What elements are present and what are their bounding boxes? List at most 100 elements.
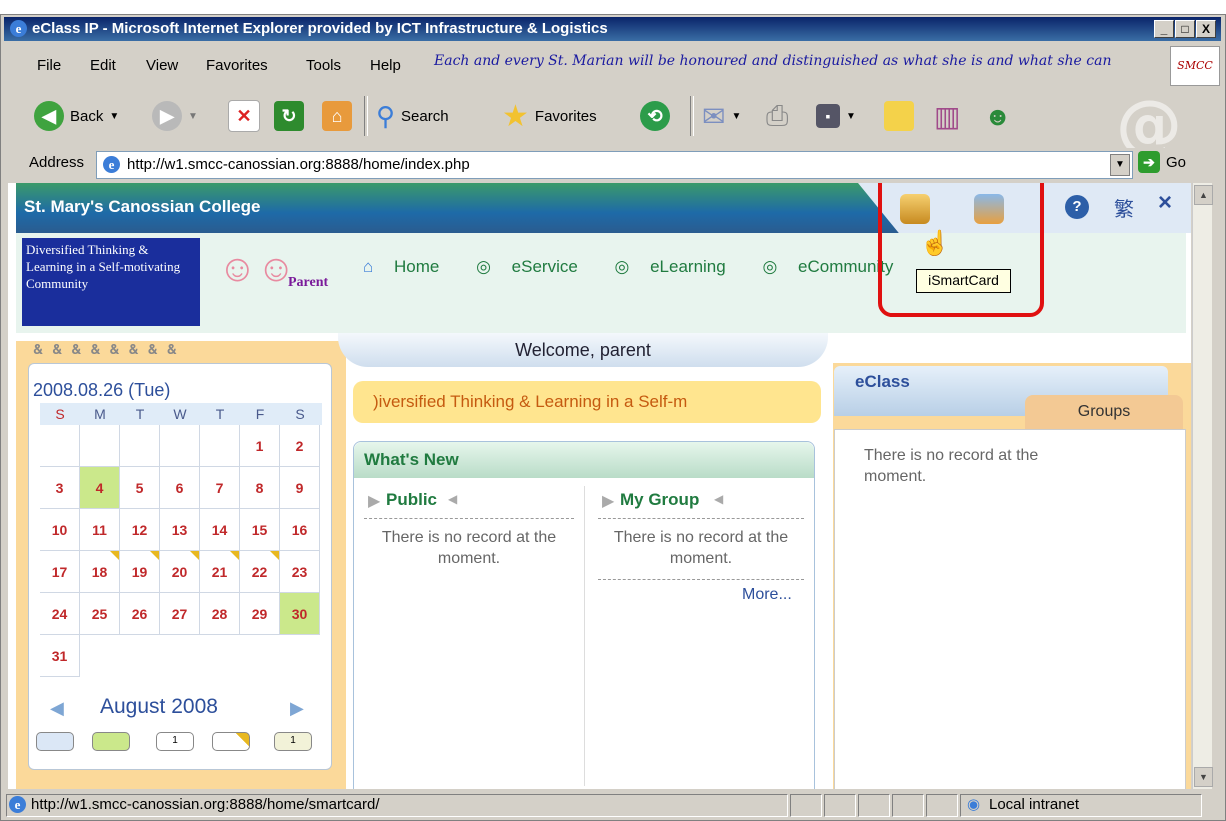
status-bar: e http://w1.smcc-canossian.org:8888/home… [4, 791, 1221, 818]
calendar-day[interactable]: 27 [160, 593, 200, 635]
calendar-day[interactable]: 9 [280, 467, 320, 509]
forward-button[interactable]: ▶ ▼ [152, 98, 198, 134]
stop-button[interactable]: ✕ [228, 98, 260, 134]
title-bar: e eClass IP - Microsoft Internet Explore… [4, 17, 1221, 41]
menu-favorites[interactable]: Favorites [206, 57, 268, 74]
refresh-button[interactable]: ↻ [274, 98, 304, 134]
calendar-day[interactable]: 4 [80, 467, 120, 509]
menu-help[interactable]: Help [370, 57, 401, 74]
calendar-day[interactable]: 6 [160, 467, 200, 509]
weekday-sat: S [295, 406, 305, 422]
help-icon[interactable]: ? [1065, 195, 1089, 219]
calendar-day[interactable]: 16 [280, 509, 320, 551]
calendar-day[interactable]: 10 [40, 509, 80, 551]
arrow-right-icon: ▶ [602, 493, 615, 510]
status-pane [858, 794, 890, 817]
intranet-icon: ◉ [967, 796, 981, 813]
calendar-day[interactable]: 25 [80, 593, 120, 635]
arrow-right-icon: ▶ [368, 493, 381, 510]
calendar-day[interactable]: 2 [280, 425, 320, 467]
forward-arrow-icon: ▶ [152, 101, 182, 131]
mail-button[interactable]: ✉ ▼ [702, 98, 741, 134]
go-button[interactable]: ➔ Go [1138, 151, 1186, 173]
minimize-button[interactable]: _ [1154, 20, 1174, 38]
menu-tools[interactable]: Tools [306, 57, 341, 74]
calendar-day[interactable]: 14 [200, 509, 240, 551]
forward-dropdown-icon: ▼ [188, 110, 198, 122]
calendar-day[interactable]: 1 [240, 425, 280, 467]
bullet-icon: ◎ [614, 257, 635, 276]
calendar-day[interactable]: 13 [160, 509, 200, 551]
vertical-scrollbar[interactable]: ▲ ▼ [1192, 183, 1213, 789]
next-month-icon[interactable]: ▶ [290, 698, 304, 719]
nav-elearning[interactable]: ◎ eLearning [615, 257, 742, 276]
calendar-day-empty [40, 425, 80, 467]
address-input[interactable]: e http://w1.smcc-canossian.org:8888/home… [96, 151, 1133, 179]
bullet-icon: ◎ [476, 257, 496, 276]
menu-file[interactable]: File [37, 57, 61, 74]
legend-group-event: 1 [274, 732, 312, 751]
calendar-day[interactable]: 12 [120, 509, 160, 551]
calendar-day[interactable]: 8 [240, 467, 280, 509]
prev-month-icon[interactable]: ◀ [50, 698, 64, 719]
calendar-day[interactable]: 24 [40, 593, 80, 635]
ie-logo-icon: e [10, 20, 27, 37]
back-button[interactable]: ◀ Back ▼ [34, 98, 119, 134]
column-divider [584, 486, 585, 786]
calendar-day[interactable]: 22 [240, 551, 280, 593]
research-button[interactable]: ▥ [934, 98, 960, 134]
zone-label: Local intranet [989, 796, 1080, 813]
calendar-day[interactable]: 11 [80, 509, 120, 551]
calendar-day[interactable]: 15 [240, 509, 280, 551]
weekday-sun: S [55, 406, 65, 422]
scroll-down-icon[interactable]: ▼ [1194, 767, 1213, 787]
calendar-day[interactable]: 18 [80, 551, 120, 593]
calendar-day[interactable]: 28 [200, 593, 240, 635]
address-dropdown-icon[interactable]: ▼ [1110, 154, 1130, 176]
language-toggle[interactable]: 繁 [1114, 193, 1134, 222]
more-link[interactable]: More... [742, 586, 792, 604]
public-empty-message: There is no record at the moment. [381, 529, 557, 567]
calendar-day[interactable]: 23 [280, 551, 320, 593]
logout-icon[interactable]: × [1158, 189, 1172, 217]
maximize-button[interactable]: □ [1175, 20, 1195, 38]
tab-groups[interactable]: Groups [1025, 395, 1183, 429]
refresh-icon: ↻ [274, 101, 304, 131]
favorites-button[interactable]: ★ Favorites [502, 98, 597, 134]
calendar-day[interactable]: 26 [120, 593, 160, 635]
calendar-day[interactable]: 17 [40, 551, 80, 593]
calendar-rings: 🙴🙴🙴🙴🙴🙴🙴🙴 [33, 341, 186, 357]
close-window-button[interactable]: X [1196, 20, 1216, 38]
history-button[interactable]: ⟲ [640, 98, 670, 134]
menu-edit[interactable]: Edit [90, 57, 116, 74]
scroll-up-icon[interactable]: ▲ [1194, 185, 1213, 205]
search-button[interactable]: ⚲ Search [376, 98, 449, 134]
address-url: http://w1.smcc-canossian.org:8888/home/i… [127, 156, 470, 173]
nav-home[interactable]: ⌂ Home [363, 257, 455, 276]
calendar-day[interactable]: 7 [200, 467, 240, 509]
calendar-day[interactable]: 20 [160, 551, 200, 593]
calendar-day[interactable]: 3 [40, 467, 80, 509]
nav-eservice[interactable]: ◎ eService [476, 257, 594, 276]
home-button[interactable]: ⌂ [322, 98, 352, 134]
calendar-day[interactable]: 19 [120, 551, 160, 593]
divider [364, 518, 574, 519]
mail-icon: ✉ [702, 100, 726, 132]
weekday-mon: M [94, 406, 106, 422]
discuss-button[interactable] [884, 98, 914, 134]
print-button[interactable]: ⎙ [766, 98, 788, 134]
calendar-day[interactable]: 29 [240, 593, 280, 635]
menu-view[interactable]: View [146, 57, 178, 74]
history-icon: ⟲ [640, 101, 670, 131]
calendar-day[interactable]: 31 [40, 635, 80, 677]
edit-button[interactable]: ▪ ▼ [816, 98, 856, 134]
calendar-day[interactable]: 30 [280, 593, 320, 635]
calendar-day-empty [120, 425, 160, 467]
my-group-title[interactable]: My Group [620, 490, 699, 510]
messenger-button[interactable]: ☻ [984, 98, 1011, 134]
window-title: eClass IP - Microsoft Internet Explorer … [32, 20, 608, 37]
calendar-day[interactable]: 21 [200, 551, 240, 593]
public-title[interactable]: Public [386, 490, 437, 510]
calendar-day[interactable]: 5 [120, 467, 160, 509]
main-nav: ⌂ Home ◎ eService ◎ eLearning ◎ eCommuni… [363, 257, 925, 277]
